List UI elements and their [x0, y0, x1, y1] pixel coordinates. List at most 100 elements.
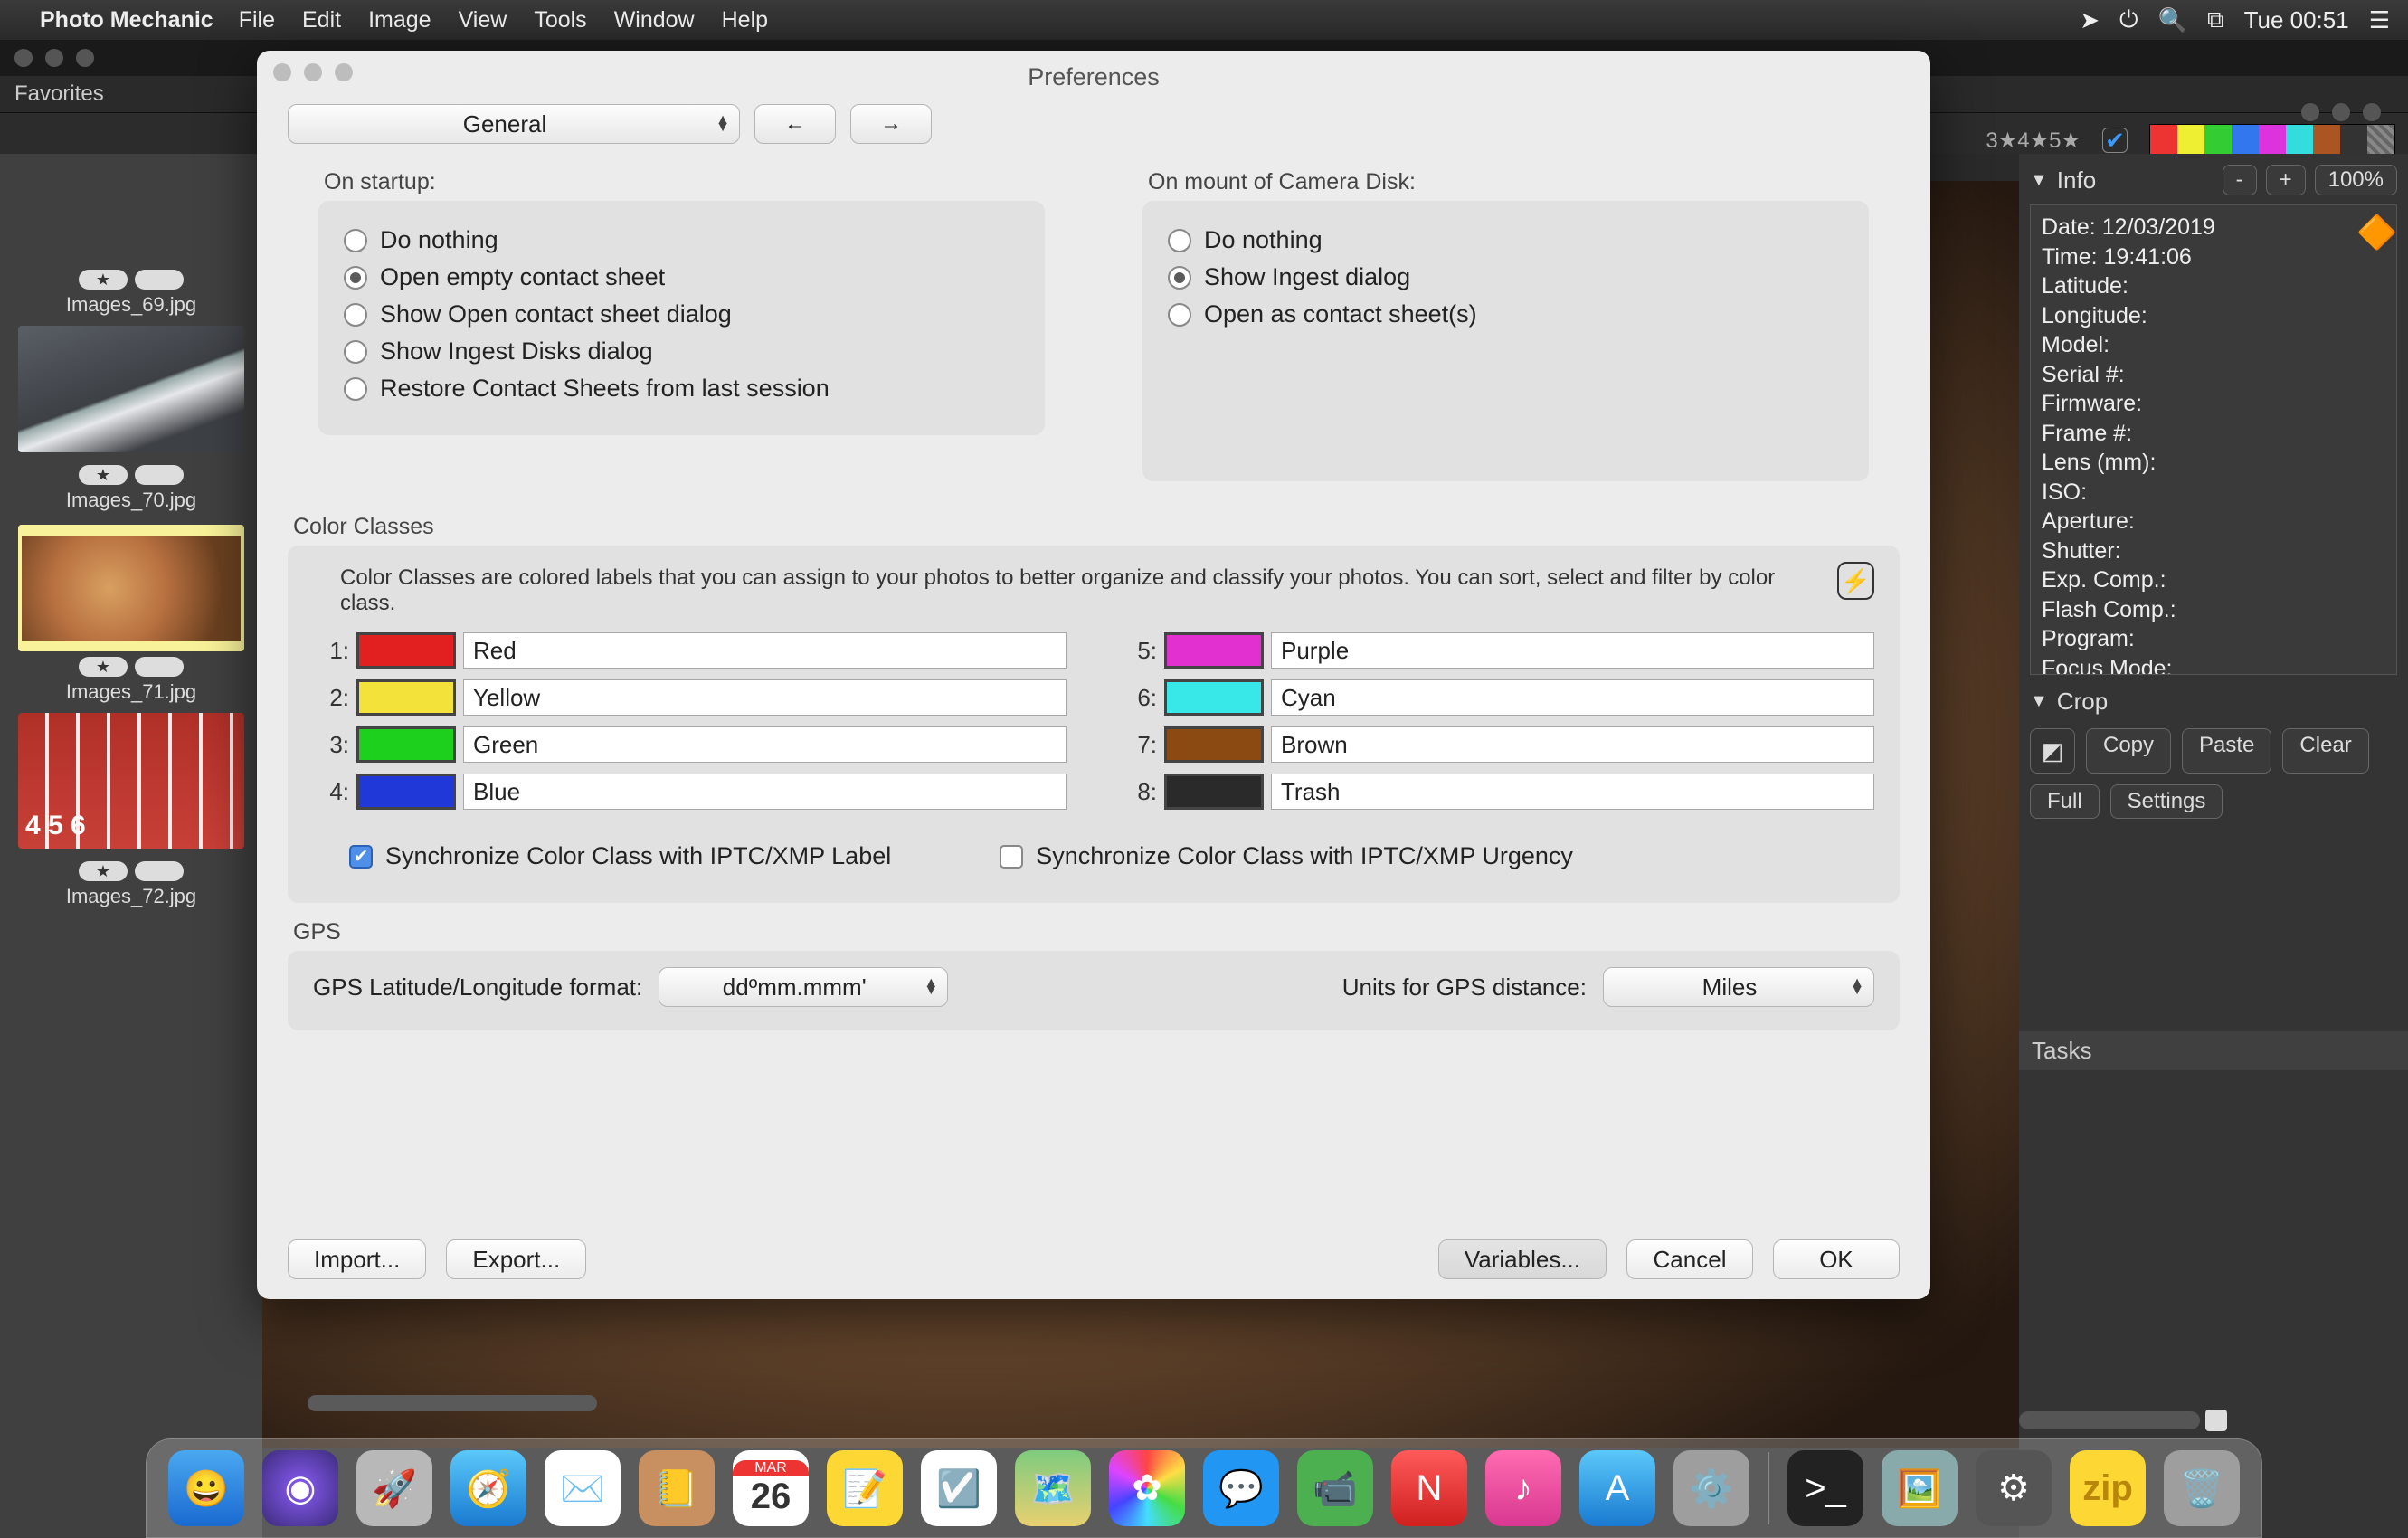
dock-notes-icon[interactable]: 📝 — [827, 1450, 903, 1526]
cc-swatch[interactable] — [1164, 726, 1264, 763]
power-icon[interactable]: ⏻ — [2119, 5, 2138, 34]
gps-format-select[interactable]: ddºmm.mmm'▲▼ — [659, 967, 948, 1007]
mount-radio[interactable]: Do nothing — [1168, 226, 1844, 254]
dock-preview-icon[interactable]: 🖼️ — [1882, 1450, 1958, 1526]
cc-name-input[interactable]: Blue — [463, 774, 1067, 810]
dock-siri-icon[interactable]: ◉ — [262, 1450, 338, 1526]
cc-swatch[interactable] — [356, 679, 456, 716]
mount-radio[interactable]: Open as contact sheet(s) — [1168, 300, 1844, 328]
crop-clear-button[interactable]: Clear — [2282, 728, 2368, 774]
dock-sysprefs-icon[interactable]: ⚙️ — [1673, 1450, 1749, 1526]
color-pill[interactable] — [135, 657, 184, 677]
screen-mirror-icon[interactable]: ⧉ — [2207, 5, 2224, 34]
startup-radio[interactable]: Restore Contact Sheets from last session — [344, 375, 1019, 403]
prefs-next-button[interactable]: → — [850, 104, 932, 144]
color-pill[interactable] — [135, 861, 184, 881]
cc-name-input[interactable]: Purple — [1271, 632, 1874, 669]
tagged-filter-checkbox[interactable]: ✔ — [2102, 128, 2128, 153]
menu-image[interactable]: Image — [368, 7, 431, 33]
menu-edit[interactable]: Edit — [302, 7, 341, 33]
import-button[interactable]: Import... — [288, 1239, 426, 1279]
tasks-panel-header[interactable]: Tasks — [2019, 1031, 2408, 1070]
crop-icon[interactable]: ◩ — [2030, 728, 2075, 774]
ok-button[interactable]: OK — [1773, 1239, 1900, 1279]
dock-zip-icon[interactable]: zip — [2070, 1450, 2146, 1526]
dock-launchpad-icon[interactable]: 🚀 — [356, 1450, 432, 1526]
cc-name-input[interactable]: Red — [463, 632, 1067, 669]
dock-photos-icon[interactable]: ✿ — [1109, 1450, 1185, 1526]
cc-swatch[interactable] — [1164, 774, 1264, 810]
thumb-item[interactable]: ★ Images_72.jpg — [18, 861, 244, 908]
cc-swatch[interactable] — [1164, 679, 1264, 716]
cc-name-input[interactable]: Green — [463, 726, 1067, 763]
thumb-item[interactable]: ★ Images_69.jpg — [18, 270, 244, 452]
zoom-in-button[interactable]: + — [2266, 165, 2306, 195]
dock-news-icon[interactable]: N — [1391, 1450, 1467, 1526]
cancel-button[interactable]: Cancel — [1626, 1239, 1753, 1279]
dock-music-icon[interactable]: ♪ — [1485, 1450, 1561, 1526]
menu-icon[interactable]: ☰ — [2369, 6, 2390, 34]
dock-finder-icon[interactable]: 😀 — [168, 1450, 244, 1526]
prefs-category-select[interactable]: General▲▼ — [288, 104, 740, 144]
crop-settings-button[interactable]: Settings — [2110, 784, 2223, 819]
menu-view[interactable]: View — [459, 7, 507, 33]
menu-help[interactable]: Help — [722, 7, 768, 33]
thumb-item-selected[interactable]: ★ Images_71.jpg 4 5 6 — [18, 525, 244, 849]
startup-radio[interactable]: Show Ingest Disks dialog — [344, 337, 1019, 366]
dock-safari-icon[interactable]: 🧭 — [450, 1450, 526, 1526]
mount-radio[interactable]: Show Ingest dialog — [1168, 263, 1844, 291]
thumb-item[interactable]: ★ Images_70.jpg — [18, 465, 244, 512]
dock-facetime-icon[interactable]: 📹 — [1297, 1450, 1373, 1526]
cc-name-input[interactable]: Brown — [1271, 726, 1874, 763]
cc-swatch[interactable] — [356, 774, 456, 810]
secondary-traffic-lights[interactable] — [2287, 94, 2395, 130]
startup-radio[interactable]: Show Open contact sheet dialog — [344, 300, 1019, 328]
zoom-value[interactable]: 100% — [2315, 165, 2397, 195]
rating-pill[interactable]: ★ — [79, 270, 128, 290]
cc-name-input[interactable]: Cyan — [1271, 679, 1874, 716]
dock-maps-icon[interactable]: 🗺️ — [1015, 1450, 1091, 1526]
cc-swatch[interactable] — [356, 632, 456, 669]
dock-pm-icon[interactable]: ⚙ — [1976, 1450, 2052, 1526]
dock-reminders-icon[interactable]: ☑️ — [921, 1450, 997, 1526]
export-button[interactable]: Export... — [446, 1239, 586, 1279]
spotlight-icon[interactable]: 🔍 — [2158, 6, 2187, 34]
sync-urgency-checkbox[interactable]: Synchronize Color Class with IPTC/XMP Ur… — [1000, 842, 1573, 870]
dock-appstore-icon[interactable]: A — [1579, 1450, 1655, 1526]
dock-mail-icon[interactable]: ✉️ — [545, 1450, 621, 1526]
cc-swatch[interactable] — [1164, 632, 1264, 669]
cc-name-input[interactable]: Trash — [1271, 774, 1874, 810]
sync-label-checkbox[interactable]: ✔Synchronize Color Class with IPTC/XMP L… — [349, 842, 891, 870]
menu-file[interactable]: File — [239, 7, 275, 33]
variables-button[interactable]: Variables... — [1438, 1239, 1607, 1279]
scroll-toggle-button[interactable] — [2205, 1410, 2227, 1431]
menu-tools[interactable]: Tools — [534, 7, 586, 33]
cursor-icon[interactable]: ➤ — [2080, 6, 2100, 34]
startup-radio[interactable]: Open empty contact sheet — [344, 263, 1019, 291]
dock-trash-icon[interactable]: 🗑️ — [2164, 1450, 2240, 1526]
cc-name-input[interactable]: Yellow — [463, 679, 1067, 716]
horizontal-scrollbar[interactable] — [308, 1395, 597, 1411]
crop-full-button[interactable]: Full — [2030, 784, 2100, 819]
crop-paste-button[interactable]: Paste — [2182, 728, 2271, 774]
zoom-out-button[interactable]: - — [2223, 165, 2257, 195]
dock-calendar-icon[interactable]: MAR26 — [733, 1450, 809, 1526]
preview-scrollbar[interactable] — [2019, 1411, 2200, 1429]
rating-pill[interactable]: ★ — [79, 465, 128, 485]
dock-terminal-icon[interactable]: >_ — [1787, 1450, 1863, 1526]
startup-radio[interactable]: Do nothing — [344, 226, 1019, 254]
rating-pill[interactable]: ★ — [79, 861, 128, 881]
menubar-clock[interactable]: Tue 00:51 — [2244, 6, 2349, 34]
disclosure-icon[interactable]: ▼ — [2030, 170, 2048, 191]
dialog-traffic-lights[interactable] — [273, 63, 353, 81]
menu-window[interactable]: Window — [614, 7, 695, 33]
gps-units-select[interactable]: Miles▲▼ — [1603, 967, 1874, 1007]
cc-swatch[interactable] — [356, 726, 456, 763]
rating-pill[interactable]: ★ — [79, 657, 128, 677]
dock-messages-icon[interactable]: 💬 — [1203, 1450, 1279, 1526]
color-pill[interactable] — [135, 465, 184, 485]
ratings-filter[interactable]: 3★4★5★ — [1986, 128, 2081, 154]
crop-copy-button[interactable]: Copy — [2086, 728, 2171, 774]
disclosure-icon[interactable]: ▼ — [2030, 691, 2048, 712]
color-classes-action-icon[interactable]: ⚡ — [1837, 562, 1874, 600]
